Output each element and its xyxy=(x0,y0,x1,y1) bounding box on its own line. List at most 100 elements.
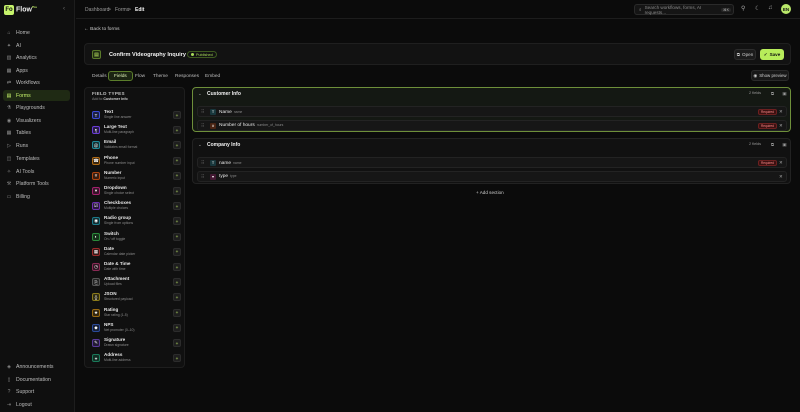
sidebar-item-ai[interactable]: ✦ AI xyxy=(3,40,70,51)
duplicate-icon[interactable]: ⧉ xyxy=(769,90,776,97)
sidebar-item-platform-tools[interactable]: ⚒ Platform Tools xyxy=(3,178,70,189)
help-icon: ? xyxy=(7,388,11,395)
field-type-item[interactable]: ◆ NPS Net promoter (0–10) + xyxy=(88,321,183,335)
show-preview-button[interactable]: ◉ Show preview xyxy=(751,70,789,81)
sidebar-item-label: Forms xyxy=(16,92,31,99)
sidebar-item-label: Workflows xyxy=(16,79,40,86)
open-button[interactable]: ⧉ Open xyxy=(734,49,756,60)
section-header[interactable]: ⌄ Customer Info 2 fields ⧉ ▣ xyxy=(193,88,790,100)
section-header[interactable]: ⌄ Company Info 2 fields ⧉ ▣ xyxy=(193,139,790,151)
form-title[interactable]: Confirm Videography Inquiry xyxy=(109,52,186,58)
sidebar-item-home[interactable]: ⌂ Home xyxy=(3,27,70,38)
avatar[interactable]: EN xyxy=(781,4,791,14)
field-type-item[interactable]: ⎘ Attachment Upload files + xyxy=(88,275,183,289)
sidebar-item-apps[interactable]: ▦ Apps xyxy=(3,65,70,76)
sidebar-item-workflows[interactable]: ⇄ Workflows xyxy=(3,77,70,88)
sidebar-item-support[interactable]: ? Support xyxy=(3,386,70,397)
field-type-item[interactable]: ◐ Switch On / off toggle + xyxy=(88,230,183,244)
sidebar-item-tables[interactable]: ▦ Tables xyxy=(3,127,70,138)
add-field-icon[interactable]: + xyxy=(173,156,181,165)
remove-field-icon[interactable]: ✕ xyxy=(779,109,783,115)
field-row[interactable]: ⠿ # Number of hours number_of_hours Required… xyxy=(197,119,787,131)
field-type-item[interactable]: ¶ Large Text Multi-line paragraph + xyxy=(88,123,183,137)
field-type-icon: T xyxy=(92,111,100,119)
field-type-item[interactable]: ★ Rating Star rating (1-5) + xyxy=(88,306,183,320)
add-field-icon[interactable]: + xyxy=(173,263,181,271)
tab-embed[interactable]: Embed xyxy=(200,71,225,81)
sidebar-item-documentation[interactable]: ▯ Documentation xyxy=(3,374,70,385)
drag-handle-icon[interactable]: ⠿ xyxy=(201,109,204,115)
field-type-item[interactable]: T Text Single line answer + xyxy=(88,108,183,122)
search-input[interactable]: ⌕ Search workflows, forms, AI requests..… xyxy=(634,4,734,15)
field-type-description: Multi-line paragraph xyxy=(104,130,134,135)
add-field-icon[interactable]: + xyxy=(173,232,181,241)
add-field-icon[interactable]: + xyxy=(173,323,181,332)
add-field-icon[interactable]: + xyxy=(173,126,181,135)
duplicate-icon[interactable]: ⧉ xyxy=(769,141,776,148)
add-field-icon[interactable]: + xyxy=(173,187,181,195)
bell-icon[interactable]: ♫ xyxy=(768,5,773,11)
remove-field-icon[interactable]: ✕ xyxy=(779,174,783,180)
sidebar-item-ai-tools[interactable]: ✧ AI Tools xyxy=(3,166,70,177)
field-type-item[interactable]: ◷ Date & Time Date with time + xyxy=(88,260,183,274)
add-field-icon[interactable]: + xyxy=(173,141,181,150)
section-title[interactable]: Customer Info xyxy=(207,91,241,97)
sidebar-item-billing[interactable]: ▭ Billing xyxy=(3,191,70,202)
sidebar-item-analytics[interactable]: ▥ Analytics xyxy=(3,52,70,63)
field-type-item[interactable]: {} JSON Structured payload + xyxy=(88,290,183,304)
sidebar-item-forms[interactable]: ▤ Forms xyxy=(3,90,70,101)
collapse-sidebar-icon[interactable]: ‹ xyxy=(63,6,65,12)
add-field-icon[interactable]: + xyxy=(173,247,181,256)
field-key: number_of_hours xyxy=(256,123,284,127)
notifications-filter-icon[interactable]: ⚲ xyxy=(741,5,745,12)
add-field-icon[interactable]: + xyxy=(173,278,181,287)
trash-icon[interactable]: ▣ xyxy=(781,141,788,148)
home-icon: ⌂ xyxy=(7,29,11,36)
add-field-icon[interactable]: + xyxy=(173,111,181,119)
trash-icon[interactable]: ▣ xyxy=(781,90,788,97)
field-row[interactable]: ⠿ ▾ type type ✕ xyxy=(197,170,787,182)
chevron-down-icon[interactable]: ⌄ xyxy=(198,91,202,97)
add-field-icon[interactable]: + xyxy=(173,217,181,226)
add-field-icon[interactable]: + xyxy=(173,339,181,347)
field-row[interactable]: ⠿ T Name name Required ✕ xyxy=(197,106,787,117)
field-type-item[interactable]: @ Email Validates email format + xyxy=(88,138,183,152)
drag-handle-icon[interactable]: ⠿ xyxy=(201,174,204,180)
field-type-name: Attachment xyxy=(104,276,130,282)
field-type-item[interactable]: ▾ Dropdown Single choice select + xyxy=(88,184,183,198)
remove-field-icon[interactable]: ✕ xyxy=(779,160,783,166)
tab-responses[interactable]: Responses xyxy=(170,71,204,81)
field-type-item[interactable]: ▦ Date Calendar date picker + xyxy=(88,245,183,259)
back-to-forms-link[interactable]: ← Back to forms xyxy=(84,27,119,32)
sidebar-item-announcements[interactable]: ◈ Announcements xyxy=(3,361,70,372)
chevron-down-icon[interactable]: ⌄ xyxy=(198,142,202,148)
add-section-button[interactable]: + Add section xyxy=(476,190,504,195)
sidebar-item-visualizers[interactable]: ◉ Visualizers xyxy=(3,115,70,126)
drag-handle-icon[interactable]: ⠿ xyxy=(201,123,204,129)
sidebar-item-label: Home xyxy=(16,29,30,36)
app-logo[interactable]: Fo xyxy=(4,5,14,15)
sidebar-item-runs[interactable]: ▷ Runs xyxy=(3,140,70,151)
field-type-item[interactable]: ✎ Signature Drawn signature + xyxy=(88,336,183,350)
drag-handle-icon[interactable]: ⠿ xyxy=(201,160,204,166)
sidebar-item-playgrounds[interactable]: ⚗ Playgrounds xyxy=(3,102,70,113)
breadcrumb-dashboard[interactable]: Dashboard xyxy=(85,7,109,13)
save-button[interactable]: ✓ Save xyxy=(760,49,784,60)
add-field-icon[interactable]: + xyxy=(173,171,181,180)
field-type-item[interactable]: # Number Numeric input + xyxy=(88,169,183,183)
field-type-item[interactable]: ⌖ Address Multi-line address + xyxy=(88,351,183,365)
add-field-icon[interactable]: + xyxy=(173,202,181,211)
sidebar-item-templates[interactable]: ◫ Templates xyxy=(3,153,70,164)
remove-field-icon[interactable]: ✕ xyxy=(779,123,783,129)
field-type-item[interactable]: ☎ Phone Phone number input + xyxy=(88,154,183,168)
section-title[interactable]: Company Info xyxy=(207,142,240,148)
field-type-icon: T xyxy=(210,109,216,115)
sidebar-item-logout[interactable]: ⇥ Logout xyxy=(3,399,70,410)
add-field-icon[interactable]: + xyxy=(173,308,181,317)
theme-toggle-icon[interactable]: ☾ xyxy=(755,5,760,12)
field-type-item[interactable]: ☑ Checkboxes Multiple choices + xyxy=(88,199,183,213)
add-field-icon[interactable]: + xyxy=(173,293,181,302)
field-row[interactable]: ⠿ Tname name Required ✕ xyxy=(197,157,787,168)
add-field-icon[interactable]: + xyxy=(173,354,181,363)
field-type-item[interactable]: ◉ Radio group Single from options + xyxy=(88,214,183,228)
